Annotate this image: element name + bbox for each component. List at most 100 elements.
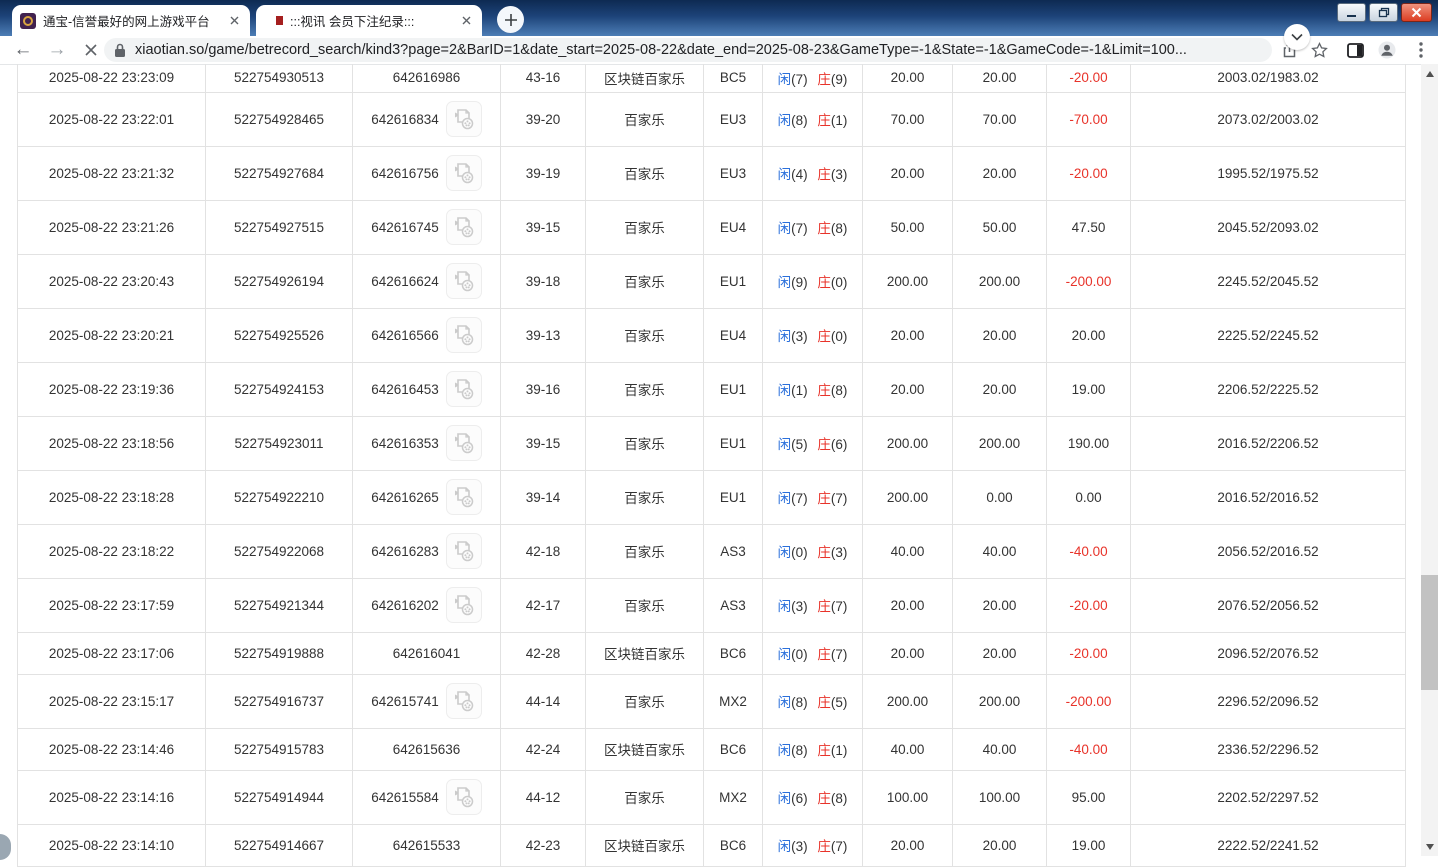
side-panel-button[interactable] — [1342, 38, 1368, 62]
table-code: BC6 — [703, 631, 763, 675]
round-number: 642615741 — [371, 693, 439, 709]
video-icon[interactable] — [445, 425, 482, 461]
table-number: 42-23 — [500, 823, 586, 867]
valid-amount: 50.00 — [952, 199, 1047, 255]
video-icon[interactable] — [445, 587, 482, 623]
round-cell: 642616624 — [352, 253, 501, 309]
bet-amount-link[interactable]: 20.00 — [862, 307, 953, 363]
balance-before-after: 2245.52/2045.52 — [1130, 253, 1406, 309]
bet-amount-link[interactable]: 20.00 — [862, 64, 953, 93]
banker-score: (3) — [830, 545, 848, 560]
round-number: 642616756 — [371, 165, 439, 181]
video-icon[interactable] — [445, 371, 482, 407]
profile-avatar[interactable] — [1374, 38, 1400, 62]
minimize-button[interactable] — [1337, 3, 1366, 22]
video-icon[interactable] — [445, 533, 482, 569]
vertical-scrollbar[interactable] — [1421, 64, 1438, 856]
bet-amount-link[interactable]: 200.00 — [862, 673, 953, 729]
bet-amount-link[interactable]: 200.00 — [862, 253, 953, 309]
bookmark-star-button[interactable] — [1306, 38, 1332, 62]
stop-button[interactable] — [78, 36, 104, 64]
close-tab-icon[interactable] — [226, 13, 242, 29]
video-icon[interactable] — [445, 209, 482, 245]
bet-amount-link[interactable]: 20.00 — [862, 145, 953, 201]
bet-time: 2025-08-22 23:18:28 — [17, 469, 206, 525]
win-loss-amount: -20.00 — [1046, 145, 1131, 201]
player-label: 闲 — [777, 221, 792, 236]
bet-amount-link[interactable]: 200.00 — [862, 415, 953, 471]
video-icon[interactable] — [445, 155, 482, 191]
table-code: MX2 — [703, 673, 763, 729]
video-icon[interactable] — [445, 479, 482, 515]
back-button[interactable]: ← — [10, 36, 36, 64]
bet-time: 2025-08-22 23:21:32 — [17, 145, 206, 201]
bet-amount-link[interactable]: 40.00 — [862, 727, 953, 771]
scroll-up-arrow[interactable] — [1421, 66, 1438, 81]
player-score: (8) — [791, 695, 808, 710]
table-row: 2025-08-22 23:17:06 522754919888 6426160… — [17, 631, 1406, 675]
tab-betrecord-active[interactable]: :::视讯 会员下注纪录::: — [256, 5, 482, 36]
scrollbar-thumb[interactable] — [1421, 575, 1438, 690]
plus-icon — [504, 13, 517, 26]
forward-button[interactable]: → — [44, 36, 70, 64]
video-icon[interactable] — [445, 101, 482, 137]
banker-score: (1) — [830, 113, 848, 128]
bet-amount-link[interactable]: 200.00 — [862, 469, 953, 525]
video-icon[interactable] — [445, 263, 482, 299]
banker-score: (7) — [830, 491, 848, 506]
bet-id: 522754915783 — [205, 727, 353, 771]
round-cell: 642616265 — [352, 469, 501, 525]
bet-time: 2025-08-22 23:18:56 — [17, 415, 206, 471]
side-drawer-handle[interactable] — [0, 834, 11, 860]
player-score: (5) — [791, 437, 808, 452]
banker-score: (7) — [830, 839, 848, 854]
bet-id: 522754916737 — [205, 673, 353, 729]
chevron-down-icon — [1291, 33, 1303, 41]
round-cell: 642616834 — [352, 91, 501, 147]
banker-score: (5) — [830, 695, 848, 710]
tab-search-button[interactable] — [1284, 24, 1310, 50]
player-score: (7) — [791, 491, 808, 506]
close-tab-icon[interactable] — [458, 13, 474, 29]
bet-time: 2025-08-22 23:21:26 — [17, 199, 206, 255]
menu-button[interactable] — [1408, 38, 1434, 62]
bet-amount-link[interactable]: 20.00 — [862, 361, 953, 417]
avatar-icon — [1378, 41, 1396, 59]
player-label: 闲 — [777, 743, 792, 758]
video-icon[interactable] — [445, 779, 482, 815]
valid-amount: 20.00 — [952, 631, 1047, 675]
restore-button[interactable] — [1369, 3, 1398, 22]
bet-amount-link[interactable]: 50.00 — [862, 199, 953, 255]
video-icon[interactable] — [445, 683, 482, 719]
round-cell: 642615533 — [352, 823, 501, 867]
bet-id: 522754921344 — [205, 577, 353, 633]
table-row: 2025-08-22 23:18:22 522754922068 6426162… — [17, 523, 1406, 579]
round-cell: 642616745 — [352, 199, 501, 255]
win-loss-amount: 95.00 — [1046, 769, 1131, 825]
new-tab-button[interactable] — [497, 6, 524, 33]
address-bar[interactable]: xiaotian.so/game/betrecord_search/kind3?… — [104, 38, 1272, 62]
round-number: 642615636 — [392, 741, 461, 757]
browser-toolbar: ← → xiaotian.so/game/betrecord_search/ki… — [0, 36, 1438, 65]
close-button[interactable] — [1401, 3, 1432, 22]
tab-strip: 通宝-信誉最好的网上游戏平台 :::视讯 会员下注纪录::: — [0, 0, 1438, 36]
video-icon[interactable] — [445, 317, 482, 353]
scroll-down-arrow[interactable] — [1421, 839, 1438, 854]
player-score: (7) — [791, 221, 808, 236]
table-row: 2025-08-22 23:14:46 522754915783 6426156… — [17, 727, 1406, 771]
valid-amount: 70.00 — [952, 91, 1047, 147]
balance-before-after: 2016.52/2016.52 — [1130, 469, 1406, 525]
table-row: 2025-08-22 23:21:32 522754927684 6426167… — [17, 145, 1406, 201]
bet-amount-link[interactable]: 20.00 — [862, 577, 953, 633]
bet-amount-link[interactable]: 40.00 — [862, 523, 953, 579]
bet-amount-link[interactable]: 20.00 — [862, 823, 953, 867]
banker-label: 庄 — [817, 599, 831, 614]
bet-amount-link[interactable]: 70.00 — [862, 91, 953, 147]
player-score: (8) — [791, 743, 808, 758]
bet-id: 522754914944 — [205, 769, 353, 825]
bet-amount-link[interactable]: 20.00 — [862, 631, 953, 675]
result-cell: 闲(8) 庄(1) — [762, 727, 863, 771]
bet-amount-link[interactable]: 100.00 — [862, 769, 953, 825]
tab-home[interactable]: 通宝-信誉最好的网上游戏平台 — [12, 5, 250, 36]
bet-id: 522754930513 — [205, 64, 353, 93]
